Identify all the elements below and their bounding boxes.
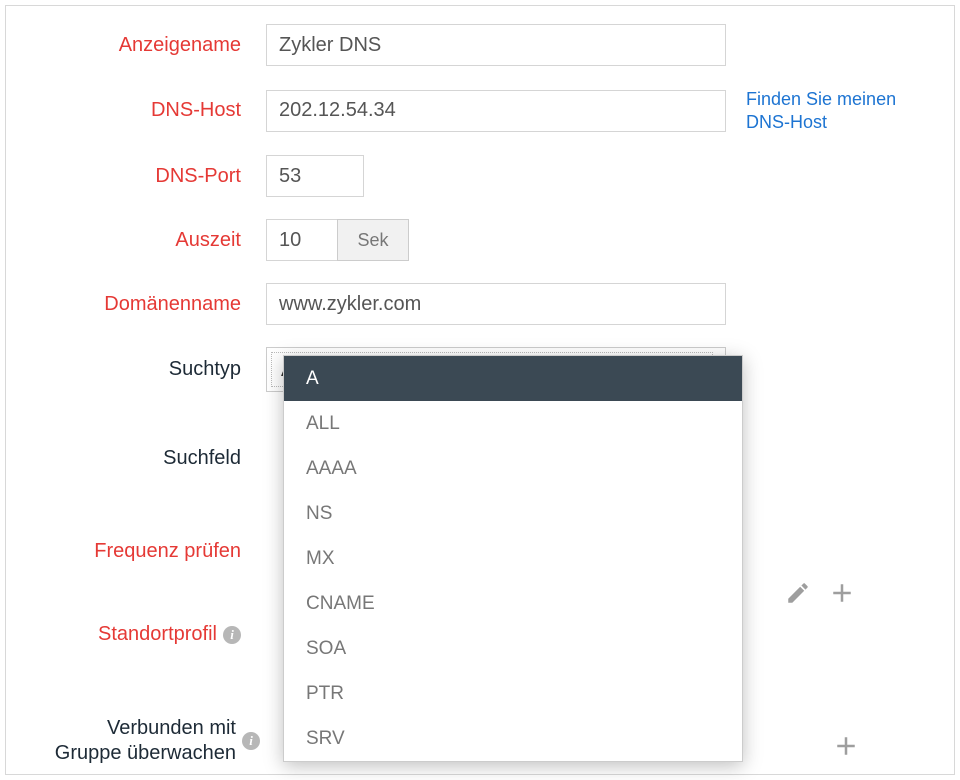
plus-icon[interactable] xyxy=(826,577,858,609)
lookup-type-dropdown[interactable]: AALLAAAANSMXCNAMESOAPTRSRV xyxy=(283,355,743,762)
dropdown-option-mx[interactable]: MX xyxy=(284,536,742,581)
location-profile-label: Standortprofil i xyxy=(6,623,266,646)
row-timeout: Auszeit Sek xyxy=(6,219,954,261)
dns-port-input[interactable] xyxy=(266,155,364,197)
check-frequency-label: Frequenz prüfen xyxy=(6,540,266,563)
find-dns-host-link[interactable]: Finden Sie meinen DNS-Host xyxy=(746,88,936,133)
timeout-unit-suffix: Sek xyxy=(337,219,409,261)
dropdown-option-all[interactable]: ALL xyxy=(284,401,742,446)
display-name-label: Anzeigename xyxy=(6,34,266,57)
location-profile-actions xyxy=(782,577,858,609)
row-domain-name: Domänenname xyxy=(6,283,954,325)
domain-name-label: Domänenname xyxy=(6,293,266,316)
dropdown-option-aaaa[interactable]: AAAA xyxy=(284,446,742,491)
dns-host-input[interactable] xyxy=(266,90,726,132)
row-dns-host: DNS-Host Finden Sie meinen DNS-Host xyxy=(6,88,954,133)
timeout-label: Auszeit xyxy=(6,229,266,252)
info-icon[interactable]: i xyxy=(223,626,241,644)
edit-icon[interactable] xyxy=(782,577,814,609)
dropdown-option-ptr[interactable]: PTR xyxy=(284,671,742,716)
dropdown-option-a[interactable]: A xyxy=(284,356,742,401)
display-name-input[interactable] xyxy=(266,24,726,66)
timeout-input[interactable] xyxy=(266,219,338,261)
plus-icon[interactable] xyxy=(830,730,862,762)
row-dns-port: DNS-Port xyxy=(6,155,954,197)
domain-name-input[interactable] xyxy=(266,283,726,325)
monitor-group-label: Verbunden mit Gruppe überwachen i xyxy=(6,716,266,766)
dropdown-option-srv[interactable]: SRV xyxy=(284,716,742,761)
dropdown-option-cname[interactable]: CNAME xyxy=(284,581,742,626)
info-icon[interactable]: i xyxy=(242,732,260,750)
search-field-label: Suchfeld xyxy=(6,447,266,470)
dns-port-label: DNS-Port xyxy=(6,165,266,188)
dns-host-label: DNS-Host xyxy=(6,99,266,122)
monitor-group-add xyxy=(830,730,862,766)
row-display-name: Anzeigename xyxy=(6,24,954,66)
dropdown-option-ns[interactable]: NS xyxy=(284,491,742,536)
lookup-type-label: Suchtyp xyxy=(6,358,266,381)
dropdown-option-soa[interactable]: SOA xyxy=(284,626,742,671)
